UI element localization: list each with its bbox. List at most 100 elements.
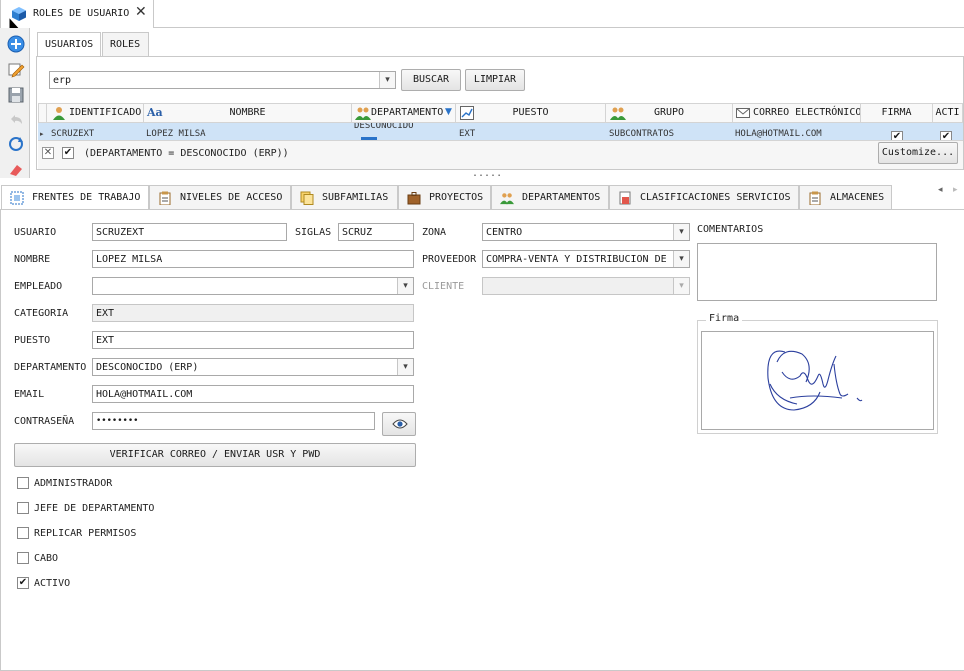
cell-firma-checkbox[interactable]: ✔ — [891, 131, 903, 140]
password-field[interactable]: •••••••• — [92, 412, 375, 430]
column-header-activo[interactable]: ACTI — [933, 104, 963, 122]
comentarios-textarea[interactable] — [697, 243, 937, 301]
categoria-label: CATEGORIA — [14, 308, 69, 319]
column-label: DEPARTAMENTO — [371, 107, 444, 118]
close-icon[interactable]: ✕ — [135, 4, 147, 20]
search-value: erp — [53, 75, 72, 86]
row-indicator-icon: ▸ — [40, 130, 44, 138]
cell-grupo: SUBCONTRATOS — [609, 129, 675, 139]
column-label: PUESTO — [512, 107, 549, 118]
cell-activo-checkbox[interactable]: ✔ — [940, 131, 952, 140]
search-combo[interactable]: erp ▾ — [49, 71, 396, 89]
tab-roles[interactable]: ROLES — [102, 32, 149, 56]
column-header-firma[interactable]: FIRMA — [861, 104, 933, 122]
tab-subfamilias[interactable]: SUBFAMILIAS — [291, 185, 398, 210]
user-icon — [53, 107, 65, 120]
chevron-down-icon[interactable]: ▾ — [673, 224, 689, 240]
cliente-label: CLIENTE — [422, 281, 465, 292]
cliente-select: ▾ — [482, 277, 690, 295]
tab-niveles-de-acceso[interactable]: NIVELES DE ACCESO — [149, 185, 291, 210]
nombre-field[interactable]: LOPEZ MILSA — [92, 250, 414, 268]
column-header-identificador[interactable]: IDENTIFICADO — [48, 104, 144, 122]
tab-proyectos[interactable]: PROYECTOS — [398, 185, 491, 210]
signature-pad[interactable] — [701, 331, 934, 430]
tab-usuarios-label: USUARIOS — [45, 39, 94, 50]
briefcase-icon — [407, 192, 421, 205]
nombre-label: NOMBRE — [14, 254, 51, 265]
column-header-grupo[interactable]: GRUPO — [606, 104, 733, 122]
categoria-field: EXT — [92, 304, 414, 322]
administrador-checkbox[interactable] — [17, 477, 29, 489]
firma-label: Firma — [706, 313, 743, 324]
tab-almacenes[interactable]: ALMACENES — [799, 185, 892, 210]
clear-filter-icon[interactable]: ✕ — [42, 147, 54, 159]
cell-correo: HOLA@HOTMAIL.COM — [735, 129, 822, 139]
buscar-button[interactable]: BUSCAR — [401, 69, 461, 91]
column-label: GRUPO — [653, 107, 685, 118]
scroll-right-icon[interactable]: ▸ — [953, 185, 958, 195]
chevron-down-icon[interactable]: ▾ — [379, 72, 395, 88]
filter-icon[interactable]: ▼ — [445, 104, 452, 121]
tab-label: PROYECTOS — [429, 192, 484, 203]
tab-label: FRENTES DE TRABAJO — [32, 192, 141, 203]
siglas-label: SIGLAS — [295, 227, 332, 238]
proveedor-select[interactable]: COMPRA-VENTA Y DISTRIBUCION DE ▾ — [482, 250, 690, 268]
column-header-puesto[interactable]: PUESTO — [456, 104, 606, 122]
refresh-icon[interactable] — [7, 135, 25, 153]
customize-button[interactable]: Customize... — [878, 142, 958, 164]
undo-icon[interactable] — [7, 111, 25, 129]
proveedor-label: PROVEEDOR — [422, 254, 477, 265]
verify-email-button[interactable]: VERIFICAR CORREO / ENVIAR USR Y PWD — [14, 443, 416, 467]
zona-select[interactable]: CENTRO ▾ — [482, 223, 690, 241]
email-field[interactable]: HOLA@HOTMAIL.COM — [92, 385, 414, 403]
cell-nombre: LOPEZ MILSA — [146, 129, 206, 139]
document-list-icon — [619, 191, 631, 205]
splitter-handle[interactable]: ..... — [472, 168, 502, 179]
signature-image — [767, 350, 863, 411]
tab-label: SUBFAMILIAS — [322, 192, 389, 203]
column-label: ACTI — [935, 107, 960, 118]
eraser-icon[interactable] — [7, 160, 25, 178]
usuario-field[interactable]: SCRUZEXT — [92, 223, 287, 241]
proveedor-value: COMPRA-VENTA Y DISTRIBUCION DE — [486, 254, 667, 265]
cabo-checkbox[interactable] — [17, 552, 29, 564]
activo-checkbox[interactable]: ✔ — [17, 577, 29, 589]
group-icon — [610, 107, 626, 120]
filter-enabled-checkbox[interactable]: ✔ — [62, 147, 74, 159]
scroll-left-icon[interactable]: ◂ — [938, 185, 943, 195]
pages-icon — [300, 191, 314, 205]
chevron-down-icon[interactable]: ▾ — [397, 359, 413, 375]
table-row[interactable]: ▸ SCRUZEXT LOPEZ MILSA DESCONOCIDO EXT S… — [38, 123, 963, 140]
jefe-departamento-checkbox[interactable] — [17, 502, 29, 514]
email-label: EMAIL — [14, 389, 45, 400]
replicar-permisos-checkbox[interactable] — [17, 527, 29, 539]
envelope-icon — [736, 108, 750, 118]
tab-clasificaciones-servicios[interactable]: CLASIFICACIONES SERVICIOS — [609, 185, 799, 210]
chevron-down-icon: ▾ — [673, 278, 689, 294]
column-header-correo[interactable]: CORREO ELECTRÓNICO — [733, 104, 861, 122]
chevron-down-icon[interactable]: ▾ — [397, 278, 413, 294]
tab-usuarios[interactable]: USUARIOS — [37, 32, 101, 57]
departamento-value: DESCONOCIDO (ERP) — [96, 362, 199, 373]
siglas-field[interactable]: SCRUZ — [338, 223, 414, 241]
puesto-label: PUESTO — [14, 335, 51, 346]
frame-icon — [10, 191, 24, 205]
save-icon[interactable] — [7, 86, 25, 104]
limpiar-button[interactable]: LIMPIAR — [465, 69, 525, 91]
tab-frentes-de-trabajo[interactable]: FRENTES DE TRABAJO — [1, 185, 149, 210]
show-password-button[interactable] — [382, 412, 416, 436]
tab-roles-label: ROLES — [110, 39, 141, 50]
chevron-down-icon[interactable]: ▾ — [673, 251, 689, 267]
tab-departamentos[interactable]: DEPARTAMENTOS — [491, 185, 609, 210]
add-icon[interactable] — [7, 35, 25, 53]
column-header-departamento[interactable]: DEPARTAMENTO ▼ — [352, 104, 456, 122]
document-tab-roles-de-usuario[interactable]: ROLES DE USUARIO ✕ — [0, 0, 154, 28]
usuario-label: USUARIO — [14, 227, 57, 238]
column-label: CORREO ELECTRÓNICO — [753, 107, 861, 118]
empleado-select[interactable]: ▾ — [92, 277, 414, 295]
column-header-nombre[interactable]: Aa NOMBRE — [144, 104, 352, 122]
cabo-label: CABO — [34, 553, 59, 564]
puesto-field[interactable]: EXT — [92, 331, 414, 349]
departamento-select[interactable]: DESCONOCIDO (ERP) ▾ — [92, 358, 414, 376]
edit-icon[interactable] — [7, 61, 25, 79]
